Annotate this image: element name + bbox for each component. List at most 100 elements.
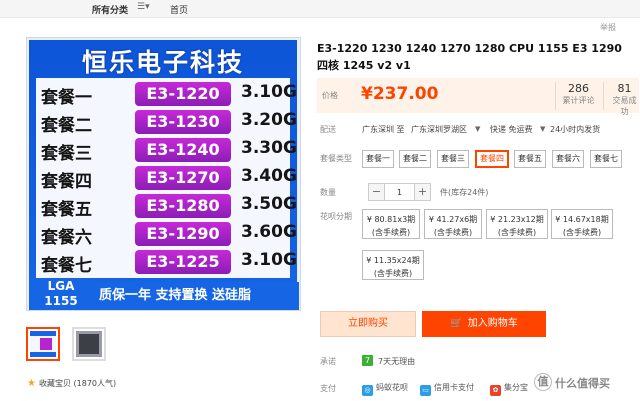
shipping-label: 配送 (320, 125, 336, 134)
price-value: ¥237.00 (361, 84, 439, 104)
installment-fee: (含手续费) (433, 228, 473, 237)
image-package-name: 套餐四 (41, 172, 92, 192)
product-title: E3-1220 1230 1240 1270 1280 CPU 1155 E3 … (317, 42, 622, 72)
package-option[interactable]: 套餐三 (437, 150, 469, 168)
image-package-cpu: E3-1240 (135, 138, 231, 162)
image-package-name: 套餐一 (41, 88, 92, 108)
quantity-increment-button[interactable]: + (414, 183, 431, 201)
quantity-decrement-button[interactable]: − (368, 183, 385, 201)
image-package-row: 套餐五 E3-1280 3.50G (41, 193, 300, 220)
payment-method-label: 蚂蚁花呗 (376, 383, 408, 392)
report-link[interactable]: 举报 (600, 22, 616, 33)
price-panel: 价格 ¥237.00 286 累计评论 81 交易成功 (317, 78, 639, 116)
image-package-panel: 套餐一 E3-1220 3.10G 套餐二 E3-1230 3.20G 套餐三 … (36, 78, 297, 278)
favorite-label: 收藏宝贝 (38, 379, 71, 388)
cart-icon: 🛒 (450, 318, 463, 329)
installment-fee: (含手续费) (497, 228, 537, 237)
image-package-name: 套餐五 (41, 200, 92, 220)
image-package-freq: 3.10G (241, 82, 297, 102)
installment-fee: (含手续费) (373, 269, 413, 278)
quantity-input[interactable] (385, 183, 414, 201)
home-link[interactable]: 首页 (170, 3, 188, 16)
chevron-down-icon[interactable]: ▼ (475, 125, 480, 133)
installment-option[interactable]: ¥ 21.23x12期 (含手续费) (486, 209, 548, 239)
package-option[interactable]: 套餐五 (514, 150, 546, 168)
package-option[interactable]: 套餐六 (552, 150, 584, 168)
installment-fee: (含手续费) (371, 228, 411, 237)
shipping-destination[interactable]: 广东深圳罗湖区 (411, 124, 467, 135)
installment-amount: ¥ 14.67x18期 (555, 215, 609, 224)
shipping-method[interactable]: 快递 免运费 (490, 124, 533, 135)
thumbnail-image (30, 331, 56, 357)
watermark: 值 什么值得买 (534, 372, 638, 394)
installment-amount: ¥ 21.23x12期 (490, 215, 544, 224)
image-package-row: 套餐一 E3-1220 3.10G (41, 81, 300, 108)
payment-method-label: 信用卡支付 (434, 383, 474, 392)
image-package-row: 套餐六 E3-1290 3.60G (41, 221, 300, 248)
image-package-freq: 3.40G (241, 166, 297, 186)
favorite-button[interactable]: ★ 收藏宝贝 (1870人气) (27, 378, 116, 389)
shipping-time: 24小时内发货 (550, 125, 601, 134)
watermark-logo-icon: 值 (534, 373, 552, 391)
package-option[interactable]: 套餐二 (399, 150, 431, 168)
favorite-count: (1870人气) (73, 379, 117, 388)
package-option-selected[interactable]: 套餐四 (475, 150, 509, 168)
image-frame: 恒乐电子科技 套餐一 E3-1220 3.10G 套餐二 E3-1230 3.2… (29, 40, 299, 310)
all-categories-link[interactable]: 所有分类 (92, 3, 128, 16)
huabei-icon: ◎ (362, 385, 373, 396)
image-socket-line2: 1155 (44, 294, 78, 308)
image-promo-bar: 质保一年 支持置换 送硅脂 (93, 282, 299, 310)
add-to-cart-button[interactable]: 🛒 加入购物车 (422, 311, 546, 337)
payment-huabei[interactable]: ◎ 蚂蚁花呗 (362, 382, 408, 396)
reviews-stat[interactable]: 286 累计评论 (555, 82, 595, 110)
image-package-cpu: E3-1270 (135, 166, 231, 190)
installment-amount: ¥ 41.27x6期 (428, 215, 478, 224)
quantity-label: 数量 (320, 188, 336, 197)
promise-label: 承诺 (320, 357, 336, 366)
image-package-cpu: E3-1220 (135, 82, 231, 106)
image-package-name: 套餐六 (41, 228, 92, 248)
image-package-row: 套餐七 E3-1225 3.10G (41, 249, 300, 276)
promise-text[interactable]: 7天无理由 (378, 356, 415, 367)
credit-card-icon: ▭ (420, 385, 431, 396)
image-shop-name: 恒乐电子科技 (81, 48, 244, 77)
image-package-freq: 3.30G (241, 138, 297, 158)
installment-amount: ¥ 11.35x24期 (366, 256, 420, 265)
add-to-cart-label: 加入购物车 (467, 318, 518, 329)
package-option[interactable]: 套餐一 (362, 150, 394, 168)
trades-stat: 81 交易成功 (603, 82, 639, 116)
payment-method-label: 集分宝 (504, 383, 528, 392)
trades-count: 81 (617, 82, 632, 95)
image-package-row: 套餐三 E3-1240 3.30G (41, 137, 300, 164)
installment-label: 花呗分期 (320, 212, 352, 221)
thumbnail-1[interactable] (26, 327, 60, 361)
installment-option[interactable]: ¥ 14.67x18期 (含手续费) (551, 209, 613, 239)
package-option[interactable]: 套餐七 (590, 150, 622, 168)
thumbnail-2[interactable] (72, 327, 106, 361)
payment-label: 支付 (320, 384, 336, 393)
image-package-name: 套餐三 (41, 144, 92, 164)
chevron-down-icon[interactable]: ▼ (540, 125, 545, 133)
image-package-row: 套餐四 E3-1270 3.40G (41, 165, 300, 192)
payment-credit-card[interactable]: ▭ 信用卡支付 (420, 382, 474, 396)
image-package-freq: 3.20G (241, 110, 297, 130)
installment-option[interactable]: ¥ 80.81x3期 (含手续费) (362, 209, 420, 239)
list-icon[interactable]: ☰▾ (137, 2, 150, 12)
image-socket-badge: LGA 1155 (29, 278, 93, 310)
image-package-cpu: E3-1225 (135, 250, 231, 274)
image-package-name: 套餐七 (41, 256, 92, 276)
image-package-row: 套餐二 E3-1230 3.20G (41, 109, 300, 136)
top-nav: 所有分类 ☰▾ 首页 (0, 0, 640, 18)
image-package-cpu: E3-1290 (135, 222, 231, 246)
stock-text: 件(库存24件) (440, 188, 489, 197)
price-label: 价格 (322, 91, 338, 100)
image-package-freq: 3.10G (241, 250, 297, 270)
payment-jifenbao[interactable]: ✿ 集分宝 (490, 382, 528, 396)
image-package-name: 套餐二 (41, 116, 92, 136)
reviews-label: 累计评论 (562, 96, 595, 105)
installment-option[interactable]: ¥ 41.27x6期 (含手续费) (424, 209, 482, 239)
product-main-image[interactable]: 恒乐电子科技 套餐一 E3-1220 3.10G 套餐二 E3-1230 3.2… (26, 37, 301, 311)
installment-option[interactable]: ¥ 11.35x24期 (含手续费) (362, 250, 424, 280)
buy-now-button[interactable]: 立即购买 (320, 311, 416, 337)
shipping-from: 广东深圳 至 (362, 125, 405, 134)
